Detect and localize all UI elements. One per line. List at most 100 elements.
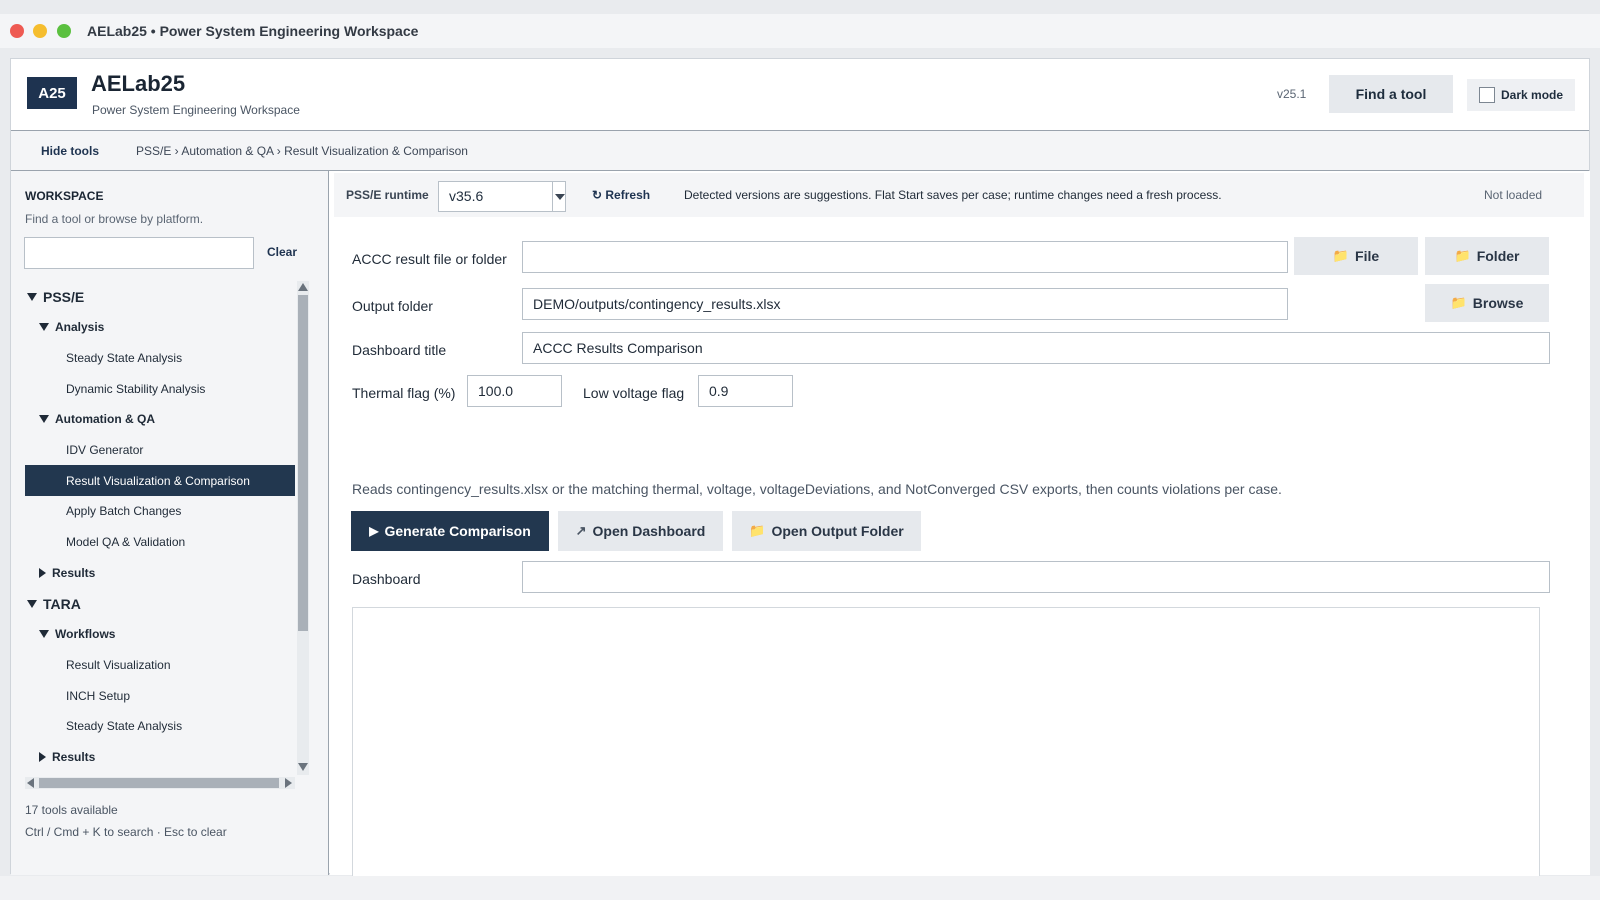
tree-group[interactable]: Automation & QA (25, 404, 295, 435)
tree-group[interactable]: Results (25, 742, 295, 773)
version-label: v25.1 (1277, 87, 1307, 101)
tree-item[interactable]: Model QA & Validation (25, 527, 295, 558)
dashboard-path-input[interactable] (522, 561, 1550, 593)
tree-group[interactable]: PSS/E (25, 281, 295, 312)
runtime-bar: PSS/E runtime v35.6 ↻ Refresh Detected v… (334, 173, 1584, 217)
generate-comparison-label: Generate Comparison (384, 523, 531, 539)
output-folder-label: Output folder (352, 298, 433, 314)
sidebar: WORKSPACE Find a tool or browse by platf… (11, 171, 329, 875)
app-window: A25 AELab25 Power System Engineering Wor… (10, 58, 1590, 895)
scroll-thumb[interactable] (298, 295, 308, 631)
tree-item[interactable]: INCH Setup (25, 680, 295, 711)
dashboard-label: Dashboard (352, 571, 421, 587)
workspace-hint: Find a tool or browse by platform. (25, 212, 204, 226)
tree-item-label: TARA (43, 595, 81, 612)
tree-item-label: IDV Generator (66, 443, 144, 457)
file-button-label: File (1355, 248, 1380, 264)
chevron-right-icon[interactable] (39, 752, 46, 762)
chevron-down-icon[interactable] (39, 323, 49, 332)
dashboard-title-input[interactable]: ACCC Results Comparison (522, 332, 1550, 364)
output-folder-input[interactable]: DEMO/outputs/contingency_results.xlsx (522, 288, 1288, 320)
dark-mode-checkbox[interactable] (1479, 87, 1495, 103)
dashboard-preview (352, 607, 1540, 895)
tree-item[interactable]: Apply Batch Changes (25, 496, 295, 527)
scroll-down-icon[interactable] (298, 763, 308, 771)
thermal-flag-label: Thermal flag (%) (352, 385, 456, 401)
tree-item[interactable]: Dynamic Stability Analysis (25, 373, 295, 404)
browse-button[interactable]: 📁 Browse (1425, 284, 1549, 322)
folder-button-label: Folder (1476, 248, 1520, 264)
horizontal-scroll-thumb[interactable] (39, 778, 279, 788)
tree-item-label: Results (52, 750, 96, 764)
scroll-left-icon[interactable] (27, 778, 34, 788)
tree-item[interactable]: Steady State Analysis (25, 342, 295, 373)
accc-path-input[interactable] (522, 241, 1288, 273)
tree-item[interactable]: Result Visualization & Comparison (25, 465, 295, 497)
tree-item[interactable]: IDV Generator (25, 435, 295, 466)
tree-group[interactable]: Results (25, 557, 295, 588)
clear-search-button[interactable]: Clear (267, 245, 297, 259)
file-button[interactable]: 📁 File (1294, 237, 1418, 275)
folder-icon: 📁 (1454, 248, 1471, 263)
hide-tools-button[interactable]: Hide tools (41, 144, 99, 158)
refresh-button[interactable]: ↻ Refresh (592, 188, 650, 202)
find-tool-button[interactable]: Find a tool (1329, 75, 1453, 113)
tree-item-label: Workflows (55, 627, 116, 642)
app-title: AELab25 (91, 71, 186, 96)
play-icon: ▶ (369, 524, 379, 538)
zoom-window-button[interactable] (57, 24, 71, 38)
tree-item-label: Steady State Analysis (66, 719, 183, 734)
tree-item-label: Analysis (55, 320, 105, 335)
open-output-folder-button[interactable]: 📁 Open Output Folder (732, 511, 921, 551)
close-window-button[interactable] (10, 24, 24, 38)
open-dashboard-button[interactable]: ↗ Open Dashboard (558, 511, 723, 551)
chevron-down-icon[interactable] (39, 415, 49, 424)
tool-description: Reads contingency_results.xlsx or the ma… (352, 481, 1282, 497)
breadcrumb: PSS/E › Automation & QA › Result Visuali… (136, 144, 468, 158)
dashboard-title-label: Dashboard title (352, 342, 447, 358)
runtime-note: Detected versions are suggestions. Flat … (684, 188, 1222, 202)
thermal-flag-input[interactable]: 100.0 (467, 375, 562, 407)
tree-horizontal-scrollbar[interactable] (25, 777, 295, 789)
chevron-down-icon[interactable] (27, 599, 37, 608)
open-dashboard-label: Open Dashboard (592, 523, 706, 539)
tree-item-label: Automation & QA (55, 412, 155, 427)
dark-mode-toggle[interactable]: Dark mode (1467, 79, 1575, 111)
generate-comparison-button[interactable]: ▶ Generate Comparison (351, 511, 549, 551)
scroll-up-icon[interactable] (298, 283, 308, 291)
chevron-right-icon[interactable] (39, 567, 46, 578)
chevron-down-icon[interactable] (39, 630, 49, 639)
tree-item-label: Dynamic Stability Analysis (66, 381, 206, 396)
folder-icon: 📁 (749, 523, 766, 538)
tool-search-input[interactable] (24, 237, 254, 269)
folder-icon: 📁 (1332, 248, 1350, 263)
low-voltage-input[interactable]: 0.9 (698, 375, 793, 407)
tree-item-label: Result Visualization & Comparison (66, 473, 250, 488)
chevron-down-icon[interactable] (552, 181, 566, 212)
chevron-down-icon[interactable] (27, 292, 37, 301)
folder-button[interactable]: 📁 Folder (1425, 237, 1549, 275)
folder-icon: 📁 (1450, 295, 1467, 310)
tree-item[interactable]: Steady State Analysis (25, 711, 295, 742)
browse-button-label: Browse (1472, 295, 1524, 311)
bottom-strip (0, 876, 1600, 900)
tree-item-label: Steady State Analysis (66, 350, 183, 365)
tree-group[interactable]: TARA (25, 588, 295, 619)
app-logo: A25 (27, 77, 77, 109)
workspace-title: WORKSPACE (25, 189, 104, 203)
tree-item-label: Result Visualization (66, 657, 171, 672)
tree-item[interactable]: Result Visualization (25, 649, 295, 680)
minimize-window-button[interactable] (33, 24, 47, 38)
tree-group[interactable]: Workflows (25, 619, 295, 650)
tree-item-label: PSS/E (43, 288, 85, 305)
app-header: A25 AELab25 Power System Engineering Wor… (11, 59, 1589, 131)
tree-item-label: Model QA & Validation (66, 535, 186, 550)
tree-group[interactable]: Analysis (25, 312, 295, 343)
runtime-label: PSS/E runtime (346, 188, 429, 202)
runtime-version-select[interactable]: v35.6 (438, 181, 566, 212)
tree-vertical-scrollbar[interactable] (297, 281, 309, 775)
runtime-status: Not loaded (1484, 188, 1543, 202)
dark-mode-label: Dark mode (1501, 88, 1564, 102)
tree-item-label: INCH Setup (66, 688, 131, 703)
scroll-right-icon[interactable] (285, 778, 292, 788)
